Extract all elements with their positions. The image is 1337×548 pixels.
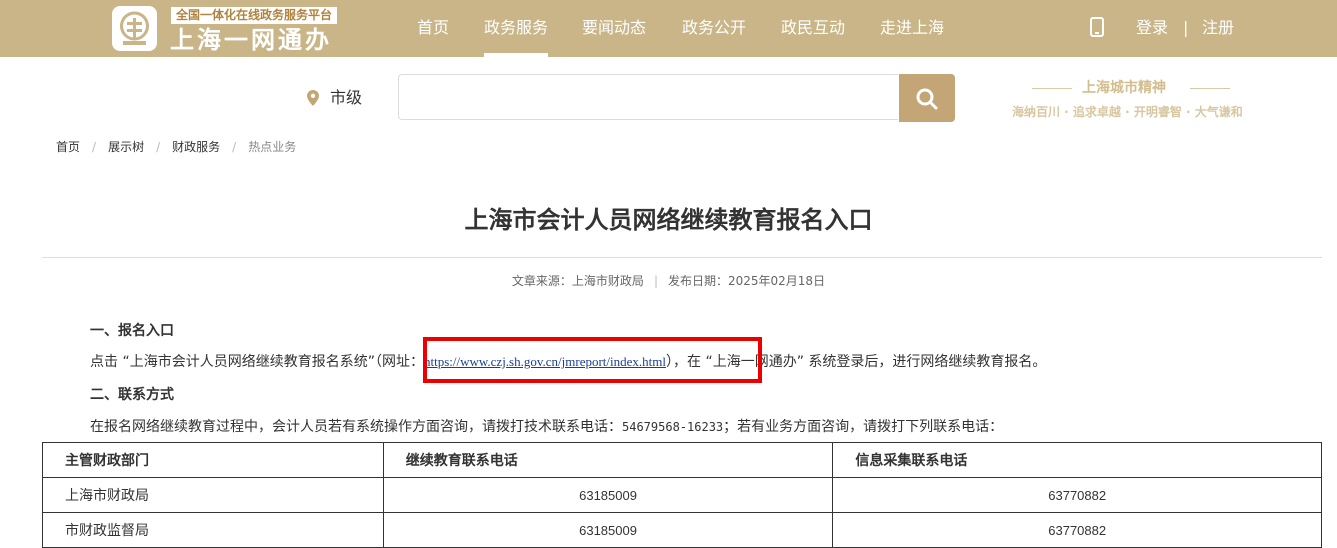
spirit-title: 上海城市精神 — [1082, 80, 1166, 96]
auth-separator: | — [1183, 18, 1189, 37]
contact-text-suffix: ；若有业务方面咨询，请拨打下列联系电话： — [723, 419, 1004, 435]
article-source: 文章来源：上海市财政局 — [511, 274, 644, 288]
search-icon — [916, 88, 938, 110]
table-header-cell: 主管财政部门 — [42, 442, 384, 478]
site-logo[interactable]: 全国一体化在线政务服务平台 上海一网通办 — [112, 6, 342, 54]
article-meta: 文章来源：上海市财政局 | 发布日期：2025年02月18日 — [0, 273, 1337, 289]
article-date: 发布日期：2025年02月18日 — [667, 274, 826, 288]
search-input[interactable] — [398, 74, 898, 120]
nav-open-gov[interactable]: 政务公开 — [682, 18, 746, 38]
table-row: 上海市财政局 63185009 63770882 — [42, 477, 1322, 513]
page-title: 上海市会计人员网络继续教育报名入口 — [464, 206, 873, 234]
breadcrumb-separator: / — [92, 140, 97, 154]
tech-support-phone: 54679568-16233 — [622, 420, 724, 434]
contact-table: 主管财政部门 继续教育联系电话 信息采集联系电话 上海市财政局 63185009… — [42, 442, 1322, 548]
link-highlight-box — [423, 337, 762, 383]
meta-separator: | — [653, 274, 658, 288]
registration-text-prefix: 点击 “上海市会计人员网络继续教育报名系统”（网址： — [90, 354, 424, 370]
table-header-cell: 信息采集联系电话 — [832, 442, 1322, 478]
table-cell-phone: 63770882 — [832, 477, 1322, 513]
location-selector[interactable]: 市级 — [330, 88, 362, 108]
mobile-phone-icon[interactable] — [1090, 17, 1104, 41]
contact-text-prefix: 在报名网络继续教育过程中，会计人员若有系统操作方面咨询，请拨打技术联系电话： — [90, 419, 622, 435]
table-cell-phone: 63770882 — [832, 512, 1322, 548]
table-header-cell: 继续教育联系电话 — [382, 442, 834, 478]
shanghai-emblem-icon — [112, 6, 157, 51]
title-divider — [42, 257, 1322, 258]
city-spirit-banner: 上海城市精神 海纳百川 · 追求卓越 · 开明睿智 · 大气谦和 — [1012, 78, 1250, 122]
breadcrumb-current: 热点业务 — [248, 140, 297, 154]
top-header: 全国一体化在线政务服务平台 上海一网通办 首页 政务服务 要闻动态 政务公开 政… — [0, 0, 1337, 57]
active-nav-indicator — [484, 53, 548, 57]
table-cell-phone: 63185009 — [382, 477, 834, 513]
nav-about-shanghai[interactable]: 走进上海 — [880, 18, 944, 38]
breadcrumb-tree[interactable]: 展示树 — [108, 139, 144, 155]
nav-gov-services[interactable]: 政务服务 — [484, 18, 548, 38]
table-header-row: 主管财政部门 继续教育联系电话 信息采集联系电话 — [42, 442, 1322, 478]
register-link[interactable]: 注册 — [1202, 18, 1234, 38]
spirit-rule-right — [1190, 88, 1230, 89]
table-row: 市财政监督局 63185009 63770882 — [42, 512, 1322, 548]
logo-tagline: 全国一体化在线政务服务平台 — [171, 7, 338, 24]
spirit-rule-left — [1032, 88, 1072, 89]
table-cell-phone: 63185009 — [382, 512, 834, 548]
breadcrumb-separator: / — [232, 140, 237, 154]
breadcrumb-finance[interactable]: 财政服务 — [172, 139, 220, 155]
spirit-subtitle: 海纳百川 · 追求卓越 · 开明睿智 · 大气谦和 — [1012, 105, 1243, 119]
contact-paragraph: 在报名网络继续教育过程中，会计人员若有系统操作方面咨询，请拨打技术联系电话：54… — [90, 418, 1003, 436]
breadcrumb: 首页 / 展示树 / 财政服务 / 热点业务 — [56, 139, 296, 155]
location-pin-icon[interactable] — [307, 90, 319, 110]
nav-interaction[interactable]: 政民互动 — [781, 18, 845, 38]
section-heading-registration: 一、报名入口 — [90, 323, 174, 339]
logo-name: 上海一网通办 — [170, 26, 332, 54]
login-link[interactable]: 登录 — [1136, 18, 1168, 38]
breadcrumb-separator: / — [156, 140, 161, 154]
nav-news[interactable]: 要闻动态 — [582, 18, 646, 38]
nav-home[interactable]: 首页 — [417, 18, 449, 38]
table-cell-department: 上海市财政局 — [42, 477, 384, 513]
search-button[interactable] — [899, 74, 955, 122]
section-heading-contact: 二、联系方式 — [90, 387, 174, 403]
table-cell-department: 市财政监督局 — [42, 512, 384, 548]
breadcrumb-home[interactable]: 首页 — [56, 139, 80, 155]
